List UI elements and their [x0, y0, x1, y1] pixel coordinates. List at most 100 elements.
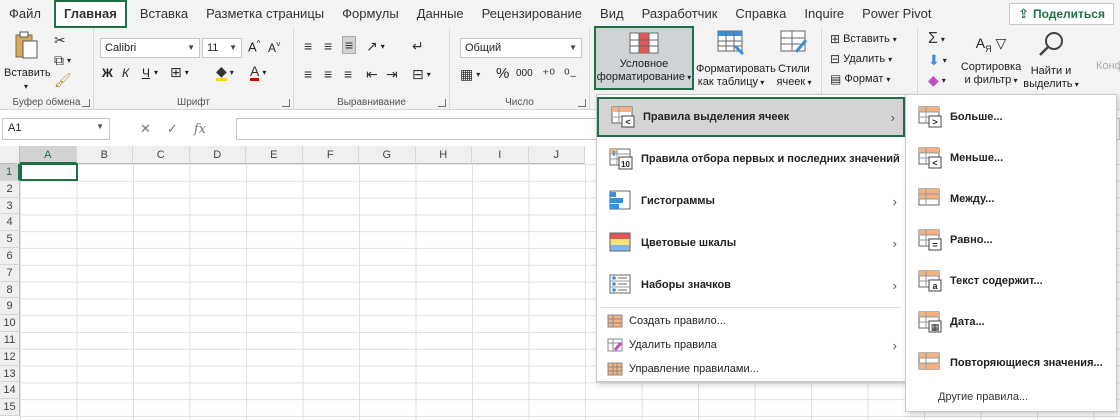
row-header[interactable]: 12	[0, 348, 20, 366]
font-color-button[interactable]: A ▾	[250, 64, 266, 81]
tab-page-layout[interactable]: Разметка страницы	[197, 0, 333, 28]
name-box[interactable]: A1 ▼	[2, 118, 110, 140]
row-header[interactable]: 7	[0, 264, 20, 282]
column-header[interactable]: F	[302, 146, 359, 164]
tab-review[interactable]: Рецензирование	[473, 0, 591, 28]
submenu-item[interactable]: < Меньше...	[906, 138, 1116, 178]
cancel-icon[interactable]: ✕	[140, 121, 151, 137]
row-header[interactable]: 5	[0, 231, 20, 248]
check-icon[interactable]: ✓	[167, 121, 178, 137]
format-cells-button[interactable]: ▤ Формат ▾	[830, 72, 890, 86]
decrease-indent-button[interactable]: ⇤	[366, 66, 378, 83]
merge-button[interactable]: ⊟ ▾	[412, 66, 431, 83]
row-header[interactable]: 11	[0, 331, 20, 349]
shrink-font-button[interactable]: A˅	[268, 40, 281, 55]
cell-styles-button[interactable]: Стили ячеек ▾	[768, 30, 820, 89]
menu-item-clear-rules[interactable]: Удалить правила ›	[597, 333, 905, 357]
paste-button[interactable]: Вставить ▾	[4, 30, 51, 93]
menu-item-more-rules[interactable]: Другие правила...	[906, 391, 1116, 409]
submenu-item[interactable]: a Текст содержит...	[906, 261, 1116, 301]
tab-power-pivot[interactable]: Power Pivot	[853, 0, 940, 28]
font-name-combo[interactable]: Calibri ▼	[100, 38, 200, 58]
column-header[interactable]: C	[133, 146, 190, 164]
menu-item-icon-sets[interactable]: Наборы значков ›	[597, 265, 905, 305]
column-header[interactable]: D	[189, 146, 246, 164]
submenu-item[interactable]: Повторяющиеся значения...	[906, 343, 1116, 383]
fill-color-button[interactable]: ◆ ▾	[216, 64, 234, 81]
wrap-text-button[interactable]: ↵	[412, 38, 424, 55]
column-header[interactable]: G	[359, 146, 416, 164]
column-header[interactable]: J	[528, 146, 585, 164]
tab-data[interactable]: Данные	[408, 0, 473, 28]
font-size-combo[interactable]: 11 ▼	[202, 38, 242, 58]
menu-item-top-bottom-rules[interactable]: 10 Правила отбора первых и последних зна…	[597, 139, 905, 179]
menu-item-manage-rules[interactable]: Управление правилами...	[597, 357, 905, 381]
row-header[interactable]: 8	[0, 281, 20, 299]
percent-button[interactable]: %	[496, 65, 509, 82]
increase-decimal-button[interactable]: ⁺⁰	[542, 66, 555, 83]
tab-developer[interactable]: Разработчик	[633, 0, 727, 28]
align-right-button[interactable]: ≡	[344, 66, 352, 82]
column-header[interactable]: H	[415, 146, 472, 164]
sort-filter-button[interactable]: АЯ ▽ Сортировка и фильтр ▾	[960, 30, 1022, 87]
tab-inquire[interactable]: Inquire	[795, 0, 853, 28]
tab-view[interactable]: Вид	[591, 0, 633, 28]
active-cell-a1[interactable]	[20, 163, 78, 181]
menu-item-new-rule[interactable]: Создать правило...	[597, 309, 905, 333]
fill-button[interactable]: ⬇ ▾	[928, 52, 947, 69]
menu-item-data-bars[interactable]: Гистограммы ›	[597, 181, 905, 221]
underline-button[interactable]: Ч	[142, 66, 150, 80]
row-header[interactable]: 2	[0, 180, 20, 198]
submenu-item[interactable]: = Равно...	[906, 220, 1116, 260]
format-painter-button[interactable]: 🖌	[54, 72, 72, 89]
find-select-button[interactable]: Найти и выделить ▾	[1022, 30, 1080, 91]
increase-indent-button[interactable]: ⇥	[386, 66, 398, 83]
row-header[interactable]: 1	[0, 164, 20, 181]
number-format-combo[interactable]: Общий ▼	[460, 38, 582, 58]
row-header[interactable]: 13	[0, 365, 20, 383]
row-header[interactable]: 15	[0, 399, 20, 416]
row-header[interactable]: 10	[0, 315, 20, 332]
column-header[interactable]: I	[472, 146, 529, 164]
grow-font-button[interactable]: A^	[248, 39, 260, 54]
tab-file[interactable]: Файл	[0, 0, 50, 28]
row-header[interactable]: 6	[0, 247, 20, 265]
currency-button[interactable]: ▦ ▾	[460, 66, 480, 83]
column-header[interactable]: E	[246, 146, 303, 164]
share-button[interactable]: ⇪ Поделиться	[1009, 3, 1114, 25]
copy-button[interactable]: ⧉ ▾	[54, 52, 71, 69]
menu-item-highlight-rules[interactable]: < Правила выделения ячеек ›	[597, 97, 905, 137]
row-header[interactable]: 14	[0, 382, 20, 400]
submenu-item[interactable]: > Больше...	[906, 97, 1116, 137]
row-header[interactable]: 9	[0, 298, 20, 316]
function-icon[interactable]: fx	[194, 122, 206, 137]
orientation-button[interactable]: ↗ ▾	[366, 38, 385, 55]
select-all-corner[interactable]	[0, 146, 20, 164]
delete-cells-button[interactable]: ⊟ Удалить ▾	[830, 52, 892, 66]
align-middle-button[interactable]: ≡	[324, 38, 332, 54]
row-header[interactable]: 3	[0, 197, 20, 215]
align-bottom-button[interactable]: ≡	[342, 36, 357, 54]
align-center-button[interactable]: ≡	[324, 66, 332, 82]
clear-button[interactable]: ◆ ▾	[928, 72, 946, 89]
align-left-button[interactable]: ≡	[304, 66, 312, 82]
tab-formulas[interactable]: Формулы	[333, 0, 408, 28]
decrease-decimal-button[interactable]: ⁰₋	[564, 66, 577, 83]
autosum-button[interactable]: Σ ▾	[928, 30, 945, 48]
bold-button[interactable]: Ж	[102, 66, 113, 80]
format-as-table-button[interactable]: Форматировать как таблицу ▾	[696, 30, 776, 89]
clipboard-launcher-icon[interactable]	[82, 99, 90, 107]
italic-button[interactable]: К	[122, 66, 129, 80]
number-launcher-icon[interactable]	[578, 99, 586, 107]
submenu-item[interactable]: ▦ Дата...	[906, 302, 1116, 342]
align-top-button[interactable]: ≡	[304, 38, 312, 54]
tab-help[interactable]: Справка	[726, 0, 795, 28]
tab-insert[interactable]: Вставка	[131, 0, 197, 28]
cut-button[interactable]: ✂	[54, 32, 66, 49]
borders-button[interactable]: ⊞ ▾	[170, 64, 189, 81]
underline-dropdown-icon[interactable]: ▾	[154, 68, 158, 77]
submenu-item[interactable]: Между...	[906, 179, 1116, 219]
font-launcher-icon[interactable]	[282, 99, 290, 107]
row-header[interactable]: 4	[0, 214, 20, 232]
alignment-launcher-icon[interactable]	[438, 99, 446, 107]
